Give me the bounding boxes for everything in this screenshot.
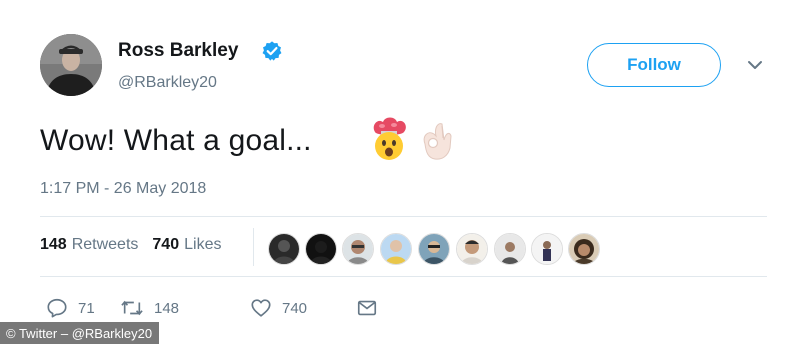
liker-avatar[interactable] xyxy=(531,233,563,265)
retweet-action-count: 148 xyxy=(154,299,180,317)
reply-button[interactable]: 71 xyxy=(46,297,95,319)
ok-hand-emoji xyxy=(423,123,452,160)
tweet-text: Wow! What a goal... xyxy=(40,124,312,157)
like-count: 740 xyxy=(152,236,180,253)
retweet-button[interactable]: 148 xyxy=(120,297,179,319)
like-label: Likes xyxy=(184,236,222,253)
divider xyxy=(40,216,767,217)
liker-avatar[interactable] xyxy=(305,233,337,265)
like-button[interactable]: 740 xyxy=(250,297,307,319)
divider xyxy=(40,276,767,277)
retweet-count: 148 xyxy=(40,236,67,253)
envelope-icon xyxy=(357,300,377,316)
like-stat[interactable]: 740 Likes xyxy=(152,236,221,254)
retweet-label: Retweets xyxy=(71,236,139,253)
liker-avatar[interactable] xyxy=(268,233,300,265)
heart-icon xyxy=(251,299,271,317)
stats-divider xyxy=(253,228,254,266)
retweet-icon xyxy=(121,300,143,316)
follow-button[interactable]: Follow xyxy=(587,43,721,87)
liker-avatar[interactable] xyxy=(342,233,374,265)
author-name[interactable]: Ross Barkley xyxy=(118,40,238,62)
chevron-down-icon[interactable] xyxy=(747,58,763,72)
source-watermark: © Twitter – @RBarkley20 xyxy=(0,322,160,344)
exploding-head-emoji xyxy=(373,117,406,160)
author-handle[interactable]: @RBarkley20 xyxy=(118,74,217,92)
retweet-stat[interactable]: 148 Retweets xyxy=(40,236,138,254)
like-action-count: 740 xyxy=(282,299,308,317)
author-avatar[interactable] xyxy=(40,34,102,96)
tweet-stats: 148 Retweets 740 Likes xyxy=(40,236,221,254)
reply-icon xyxy=(47,298,67,318)
profile-photo xyxy=(40,34,102,96)
liker-avatar[interactable] xyxy=(568,233,600,265)
reply-count: 71 xyxy=(78,299,95,317)
liker-avatar[interactable] xyxy=(380,233,412,265)
tweet-timestamp[interactable]: 1:17 PM - 26 May 2018 xyxy=(40,180,206,198)
liker-avatar[interactable] xyxy=(494,233,526,265)
verified-badge-icon xyxy=(262,41,282,61)
direct-message-button[interactable] xyxy=(356,297,378,319)
liker-avatar[interactable] xyxy=(418,233,450,265)
liker-avatar[interactable] xyxy=(456,233,488,265)
